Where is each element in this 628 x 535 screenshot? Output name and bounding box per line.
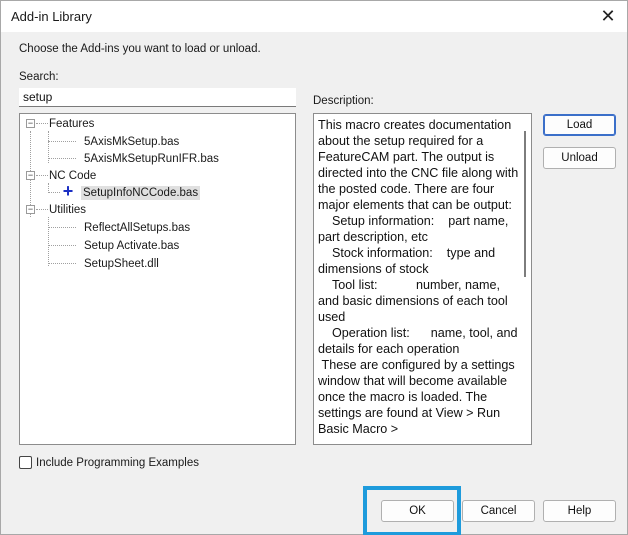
description-scrollbar[interactable] [520,115,530,444]
search-input[interactable] [19,88,296,107]
tree-group-utilities[interactable]: − Utilities [26,201,88,218]
unload-button[interactable]: Unload [543,147,616,169]
tree-item[interactable]: 5AxisMkSetup.bas [82,133,181,150]
tree-group-label: Features [49,117,95,130]
include-examples-checkbox[interactable] [19,456,32,469]
include-examples-option[interactable]: Include Programming Examples [19,456,199,469]
plus-icon: + [62,181,74,201]
search-label: Search: [19,71,59,83]
collapse-icon[interactable]: − [26,205,35,214]
tree-item[interactable]: ReflectAllSetups.bas [82,219,192,236]
add-in-library-dialog: Add-in Library ✕ Choose the Add-ins you … [0,0,628,535]
include-examples-label: Include Programming Examples [36,456,199,469]
window-title: Add-in Library [11,9,92,24]
tree-item-selected[interactable]: SetupInfoNCCode.bas [81,184,201,201]
collapse-icon[interactable]: − [26,171,35,180]
title-bar: Add-in Library ✕ [1,1,627,32]
collapse-icon[interactable]: − [26,119,35,128]
close-button[interactable]: ✕ [593,3,623,29]
tree-item[interactable]: Setup Activate.bas [82,237,181,254]
ok-button[interactable]: OK [381,500,454,522]
description-box[interactable]: This macro creates documentation about t… [313,113,532,445]
cancel-button[interactable]: Cancel [462,500,535,522]
instruction-text: Choose the Add-ins you want to load or u… [19,43,261,55]
description-label: Description: [313,95,374,107]
description-text: This macro creates documentation about t… [318,118,519,436]
tree-item[interactable]: 5AxisMkSetupRunIFR.bas [82,150,221,167]
tree-group-label: Utilities [49,203,87,216]
load-button[interactable]: Load [543,114,616,136]
addin-tree[interactable]: − Features 5AxisMkSetup.bas 5AxisMkSetup… [19,113,296,445]
scrollbar-thumb[interactable] [524,131,526,277]
help-button[interactable]: Help [543,500,616,522]
close-icon: ✕ [600,5,616,26]
tree-item[interactable]: SetupSheet.dll [82,255,161,272]
tree-group-features[interactable]: − Features [26,115,96,132]
